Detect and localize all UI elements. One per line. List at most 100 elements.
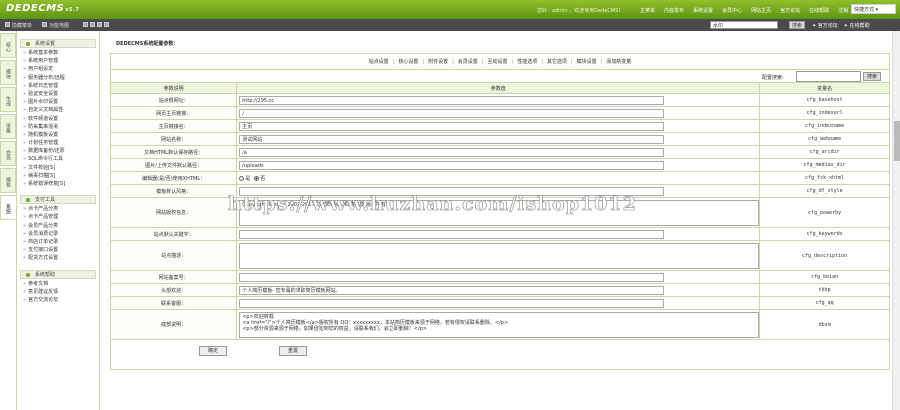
radio-0[interactable]	[239, 175, 245, 181]
value-input[interactable]: /uploads	[239, 160, 665, 170]
nav-publish[interactable]: 内容发布	[664, 7, 684, 14]
nav-forum[interactable]: 官方论坛	[780, 7, 800, 14]
vtab-module[interactable]: 模块	[0, 60, 16, 85]
hide-menu-icon[interactable]	[5, 22, 10, 27]
config-search-button[interactable]: 搜索	[863, 72, 881, 81]
value-input[interactable]: 测试网站	[239, 134, 665, 144]
nav-help[interactable]: 在线帮助	[809, 7, 829, 14]
config-tab[interactable]: 添加新变量	[606, 58, 631, 65]
sidebar-item[interactable]: 用户组设定	[17, 65, 99, 73]
config-tab[interactable]: 会员设置	[458, 58, 478, 65]
nav-system[interactable]: 系统设置	[693, 7, 713, 14]
value-textarea[interactable]	[239, 242, 760, 269]
value-input[interactable]: 主页	[239, 121, 665, 131]
value-input[interactable]	[239, 298, 665, 308]
sidebar-item[interactable]: 点卡产品管理	[17, 213, 99, 221]
reset-button[interactable]: 重置	[279, 346, 307, 356]
config-search-input[interactable]	[796, 71, 861, 82]
top-search-button[interactable]: 搜索	[789, 21, 805, 29]
value-input[interactable]: 个人简历模板- 您专属的求职简历模板网站。	[239, 285, 665, 295]
sidebar-item[interactable]: 服务器分布/远程	[17, 74, 99, 82]
help-link[interactable]: ✦ 在线帮助	[844, 22, 870, 29]
sidebar-item[interactable]: 配货方式设置	[17, 254, 99, 262]
row-label: 站点默认关键字：	[109, 227, 238, 241]
top-search-input[interactable]: 水印	[710, 21, 778, 29]
sidebar-item[interactable]: SQL命令行工具	[17, 155, 99, 163]
vtab-core[interactable]: 核心	[0, 33, 16, 58]
sidebar-item[interactable]: 文件校验[S]	[17, 164, 99, 172]
scrollbar[interactable]	[892, 31, 900, 410]
sidebar-item[interactable]: 自定义文档属性	[17, 106, 99, 114]
radio-1[interactable]	[254, 175, 260, 181]
layout-icon-3[interactable]	[97, 22, 102, 27]
config-tab[interactable]: 附件设置	[428, 58, 448, 65]
config-tab[interactable]: 其它选项	[547, 58, 567, 65]
layout-icon-2[interactable]	[90, 22, 95, 27]
radio-label: 否	[260, 175, 266, 182]
toolbar-right-links: ✦ 官方论坛 ✦ 在线帮助	[812, 22, 870, 29]
vtab-generate[interactable]: 生成	[0, 87, 16, 112]
config-tab[interactable]: 站点设置	[369, 58, 389, 65]
sidebar-item[interactable]: 数据库备份/还原	[17, 147, 99, 155]
sidebar-item[interactable]: 支付接口设置	[17, 246, 99, 254]
sidebar-item[interactable]: 软件频道设置	[17, 115, 99, 123]
value-textarea[interactable]: <p>欢迎转载 <a href="/">个人简历模板</a>版权所有 QQ：xx…	[239, 311, 760, 338]
value-input[interactable]: /a	[239, 147, 665, 157]
forum-link[interactable]: ✦ 官方论坛	[812, 22, 838, 29]
nav-logout[interactable]: 注销	[838, 7, 848, 14]
hide-menu-link[interactable]: 隐藏菜单	[12, 22, 32, 29]
sidebar-group-1[interactable]: 支付工具	[20, 195, 96, 205]
table-row: 网站备案号： cfg_beian	[109, 270, 890, 284]
config-tab[interactable]: 核心设置	[398, 58, 418, 65]
nav-homepage[interactable]: 网站主页	[751, 7, 771, 14]
sidebar: 系统设置系统基本参数系统用户管理用户组设定服务器分布/远程系统日志管理验证安全设…	[17, 31, 100, 410]
sidebar-item[interactable]: 验证安全设置	[17, 90, 99, 98]
row-var-name: cfg_beian	[759, 270, 890, 284]
config-tab[interactable]: 互动设置	[487, 58, 507, 65]
function-map-icon[interactable]	[42, 22, 47, 27]
config-tab[interactable]: 性能选项	[517, 58, 537, 65]
sidebar-item[interactable]: 系统错误修复[S]	[17, 180, 99, 188]
nav-main-menu[interactable]: 主菜单	[640, 7, 655, 14]
sidebar-item[interactable]: 会员产品分类	[17, 222, 99, 230]
vtab-system[interactable]: 系统	[0, 195, 16, 220]
confirm-button[interactable]: 确定	[199, 346, 227, 356]
config-tab[interactable]: 模块设置	[577, 58, 597, 65]
scrollbar-thumb[interactable]	[894, 121, 900, 161]
sidebar-item[interactable]: 官方交流论坛	[17, 296, 99, 304]
sidebar-item[interactable]: 点卡产品分类	[17, 205, 99, 213]
vtab-collect[interactable]: 采集	[0, 114, 16, 139]
watermark-text: https://www.huzhan.com/ishop1012	[228, 193, 637, 216]
row-var-name: cfg_qq	[759, 296, 890, 310]
sidebar-item[interactable]: 系统用户管理	[17, 57, 99, 65]
function-map-link[interactable]: 功能地图	[49, 22, 69, 29]
sidebar-group-0[interactable]: 系统设置	[20, 39, 96, 48]
vtab-member[interactable]: 会员	[0, 141, 16, 166]
row-value-cell	[236, 296, 761, 310]
sidebar-item[interactable]: 随机模板设置	[17, 131, 99, 139]
value-input[interactable]	[239, 272, 665, 282]
sidebar-item[interactable]: 意见建议反馈	[17, 288, 99, 296]
vtab-template[interactable]: 模板	[0, 168, 16, 193]
sidebar-item[interactable]: 防采集串混淆	[17, 123, 99, 131]
sidebar-item[interactable]: 商店订单记录	[17, 238, 99, 246]
layout-icon-4[interactable]	[104, 22, 109, 27]
sidebar-item[interactable]: 系统日志管理	[17, 82, 99, 90]
value-input[interactable]	[239, 229, 665, 239]
value-input[interactable]: http://295.cc	[239, 95, 665, 105]
sidebar-group-2[interactable]: 系统帮助	[20, 269, 96, 279]
sidebar-item[interactable]: 系统基本参数	[17, 49, 99, 57]
layout-icon-1[interactable]	[83, 22, 88, 27]
sidebar-item[interactable]: 会员消费记录	[17, 230, 99, 238]
sidebar-item[interactable]: 计划任务管理	[17, 139, 99, 147]
nav-member[interactable]: 会员中心	[722, 7, 742, 14]
shortcut-select[interactable]: 快捷方式 ▾	[851, 4, 896, 14]
row-value-cell: 是否	[236, 171, 761, 185]
row-var-name: cfg_indexname	[759, 119, 890, 133]
sidebar-item[interactable]: 参考文档	[17, 280, 99, 288]
sidebar-item[interactable]: 图片水印设置	[17, 98, 99, 106]
row-value-cell: /	[236, 106, 761, 120]
value-input[interactable]: /	[239, 108, 665, 118]
page-title: DEDECMS系统配置参数：	[116, 41, 179, 47]
sidebar-item[interactable]: 病毒扫描[S]	[17, 172, 99, 180]
